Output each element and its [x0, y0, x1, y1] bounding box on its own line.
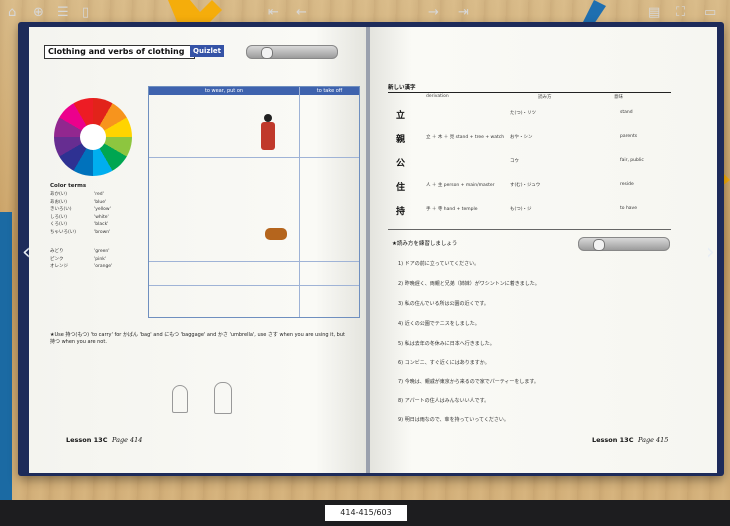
practice-sentence: 4) 近くの公園でテニスをしました。	[398, 321, 480, 327]
color-term-row: ちゃいろ(い)'brown'	[50, 229, 111, 235]
table-header-take-off: to take off	[300, 87, 359, 95]
next-page-arrow[interactable]: ›	[706, 240, 715, 265]
color-term-row: オレンジ'orange'	[50, 264, 113, 269]
left-page-title: Clothing and verbs of clothing	[44, 45, 195, 59]
practice-sentence: 3) 私の住んでいる所は公園の近くです。	[398, 301, 489, 307]
color-term-row: あか(い)'red'	[50, 192, 104, 197]
practice-sentence: 7) 今晩は、親戚が東京から来るので家でパーティーをします。	[398, 379, 539, 385]
kanji-row: 公 コウ fair, public	[396, 158, 644, 169]
figure-sketch	[172, 385, 188, 413]
color-term-row: ピンク'pink'	[50, 256, 107, 262]
new-kanji-heading: 新しい漢字	[388, 83, 671, 93]
comment-icon[interactable]: ▭	[704, 5, 716, 21]
next-page-icon[interactable]: →	[428, 5, 439, 21]
first-page-icon[interactable]: ⇤	[268, 5, 279, 21]
last-page-icon[interactable]: ⇥	[458, 5, 469, 21]
table-header-wear: to wear, put on	[149, 87, 299, 95]
section-divider	[388, 229, 671, 230]
fullscreen-icon[interactable]: ⛶	[676, 5, 685, 21]
audio-player-right[interactable]	[578, 237, 670, 251]
color-wheel-image	[54, 98, 132, 176]
practice-sentence: 2) 昨晩遅く、両親と兄弟（姉妹）がワシントンに着きました。	[398, 281, 540, 287]
kimono-figure-image	[261, 114, 275, 150]
table-row-divider	[149, 157, 359, 158]
right-page-footer: Lesson 13C Page 415	[592, 436, 669, 444]
audio-player-left[interactable]	[246, 45, 338, 59]
bookmark-icon[interactable]: ▯	[82, 5, 89, 21]
kanji-row: 親 立 ＋ 木 ＋ 見 stand + tree + watch おや・シン p…	[396, 134, 638, 145]
left-page-footer: Lesson 13C Page 414	[66, 436, 143, 444]
color-term-row: みどり'green'	[50, 249, 110, 254]
home-icon[interactable]: ⌂	[8, 5, 16, 21]
table-divider	[299, 87, 300, 317]
audio-play-knob[interactable]	[593, 239, 605, 251]
table-row-divider	[149, 285, 359, 286]
table-row-divider	[149, 261, 359, 262]
color-term-row: あお(い)'blue'	[50, 199, 107, 205]
figure-sketch	[214, 382, 232, 414]
color-term-row: きいろ(い)'yellow'	[50, 207, 111, 212]
left-page-note: ★Use 持つ(もつ) 'to carry' for かばん 'bag' and…	[50, 332, 345, 345]
practice-sentence: 5) 私は去年の冬休みに日本へ行きました。	[398, 341, 495, 347]
color-terms-list: Color terms あか(い)'red' あお(い)'blue' きいろ(い…	[50, 183, 140, 271]
previous-page-icon[interactable]: ←	[296, 5, 307, 21]
practice-sentence: 6) コンビニ、すぐ近くにはありますか。	[398, 360, 490, 366]
shoes-image	[265, 228, 287, 240]
blue-side-bar	[0, 212, 12, 500]
color-term-row: くろ(い)'black'	[50, 222, 109, 227]
color-terms-heading: Color terms	[50, 183, 87, 189]
clothing-verbs-table: to wear, put on to take off	[148, 86, 360, 318]
prev-page-arrow[interactable]: ‹	[22, 240, 31, 265]
audio-play-knob[interactable]	[261, 47, 273, 59]
quizlet-button[interactable]: Quizlet	[190, 45, 224, 57]
single-page-view-icon[interactable]: ▤	[648, 5, 660, 21]
exercise-title: ★読み方を練習しましょう	[392, 241, 458, 247]
kanji-row: 住 人 ＋ 主 person + main/master す(む)・ジュウ re…	[396, 182, 634, 193]
zoom-icon[interactable]: ⊕	[33, 5, 44, 21]
kanji-row: 立 た(つ)・リツ stand	[396, 110, 633, 121]
table-of-contents-icon[interactable]: ☰	[57, 5, 69, 21]
page-indicator[interactable]: 414-415/603	[325, 505, 407, 521]
kanji-row: 持 手 ＋ 寺 hand + temple も(つ)・ジ to have	[396, 206, 637, 217]
practice-sentence: 8) アパートの住人はみんないい人です。	[398, 398, 490, 404]
practice-sentence: 9) 明日は雨なので、傘を持っていってください。	[398, 417, 509, 423]
practice-sentence: 1) ドアの前に立っていてください。	[398, 261, 480, 267]
color-term-row: しろ(い)'white'	[50, 214, 109, 220]
